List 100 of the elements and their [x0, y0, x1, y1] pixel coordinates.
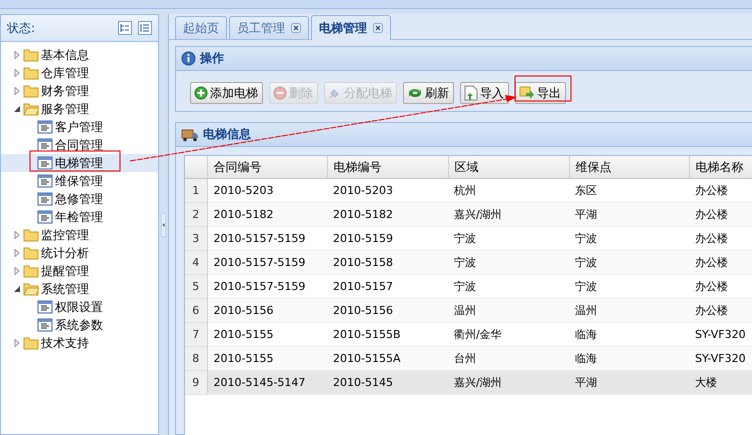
tree-item[interactable]: 统计分析 [1, 244, 158, 262]
table-cell: 平湖 [569, 370, 689, 394]
tree-item[interactable]: 提醒管理 [1, 262, 158, 280]
table-cell: 2010-5145 [327, 370, 448, 394]
column-header[interactable]: 维保点 [569, 156, 689, 178]
row-number: 3 [185, 226, 207, 250]
table-cell: 温州 [448, 298, 569, 322]
tree-item[interactable]: 仓库管理 [1, 64, 158, 82]
table-cell: 杭州 [448, 178, 569, 202]
table-cell: 2010-5155 [207, 346, 327, 370]
table-cell: 衢州/金华 [448, 322, 569, 346]
folder-icon [23, 336, 39, 350]
table-cell: 宁波 [448, 250, 569, 274]
column-header[interactable]: 电梯编号 [327, 156, 448, 178]
table-cell: 平湖 [569, 202, 689, 226]
table-cell: 2010-5158 [327, 250, 448, 274]
column-header[interactable]: 电梯名称 [689, 156, 752, 178]
collapse-handle-icon[interactable] [161, 212, 166, 236]
table-cell: 办公楼 [689, 298, 752, 322]
table-cell: 宁波 [448, 274, 569, 298]
tree-item[interactable]: 维保管理 [1, 172, 158, 190]
table-cell: 办公楼 [689, 178, 752, 202]
table-cell: 2010-5157-5159 [207, 226, 327, 250]
table-cell: 2010-5157 [327, 274, 448, 298]
highlight-frame [514, 76, 572, 102]
folder-icon [23, 246, 39, 260]
toolbar-button[interactable]: 刷新 [403, 82, 454, 104]
tree-item[interactable]: 服务管理 [1, 100, 158, 118]
expand-arrow-icon[interactable] [13, 339, 21, 347]
tree-item[interactable]: 客户管理 [1, 118, 158, 136]
expand-arrow-icon[interactable] [13, 87, 21, 95]
table-cell: 办公楼 [689, 274, 752, 298]
tree-item[interactable]: 电梯管理 [1, 154, 158, 172]
table-cell: 大楼 [689, 370, 752, 394]
table-cell: 宁波 [569, 226, 689, 250]
row-number-header [185, 156, 207, 178]
tree-item[interactable]: 急修管理 [1, 190, 158, 208]
expand-arrow-icon[interactable] [13, 69, 21, 77]
expand-arrow-icon[interactable] [13, 249, 21, 257]
row-number: 4 [185, 250, 207, 274]
table-cell: 2010-5182 [327, 202, 448, 226]
export-icon [519, 86, 535, 100]
tree-item[interactable]: 年检管理 [1, 208, 158, 226]
info-icon [181, 51, 196, 66]
collapse-arrow-icon[interactable] [13, 285, 21, 293]
expand-arrow-icon[interactable] [13, 231, 21, 239]
row-number: 7 [185, 322, 207, 346]
tree-expand-icon[interactable] [118, 21, 132, 35]
tree-item[interactable]: 技术支持 [1, 334, 158, 352]
table-cell: 台州 [448, 346, 569, 370]
panel-title: 电梯信息 [203, 126, 251, 143]
toolbar-button[interactable]: 导出 [515, 82, 566, 104]
table-cell: 临海 [569, 346, 689, 370]
row-number: 2 [185, 202, 207, 226]
table-cell: 办公楼 [689, 250, 752, 274]
table-cell: 2010-5182 [207, 202, 327, 226]
tree-collapse-icon[interactable] [138, 21, 152, 35]
table-cell: 宁波 [569, 274, 689, 298]
table-cell: 2010-5145-5147 [207, 370, 327, 394]
table-cell: 临海 [569, 322, 689, 346]
table-cell: 东区 [569, 178, 689, 202]
table-cell: 嘉兴/湖州 [448, 370, 569, 394]
tree-item[interactable]: 系统参数 [1, 316, 158, 334]
tree-item[interactable]: 权限设置 [1, 298, 158, 316]
close-icon[interactable] [373, 23, 383, 33]
row-number: 8 [185, 346, 207, 370]
refresh-icon [407, 86, 423, 100]
folder-icon [23, 84, 39, 98]
list-icon [37, 300, 53, 314]
table-cell: 2010-5155 [207, 322, 327, 346]
tree-item[interactable]: 基本信息 [1, 46, 158, 64]
expand-arrow-icon[interactable] [13, 267, 21, 275]
table-cell: 2010-5155A [327, 346, 448, 370]
table-cell: 2010-5159 [327, 226, 448, 250]
tab[interactable]: 员工管理 [229, 16, 309, 39]
table-cell: 办公楼 [689, 226, 752, 250]
table-cell: 温州 [569, 298, 689, 322]
folder-icon [23, 48, 39, 62]
open-folder-icon [23, 282, 39, 296]
tree-item[interactable]: 合同管理 [1, 136, 158, 154]
toolbar-button[interactable]: 导入 [460, 82, 509, 104]
table-cell: SY-VF320 [689, 346, 752, 370]
table-cell: 2010-5203 [207, 178, 327, 202]
tree-item[interactable]: 财务管理 [1, 82, 158, 100]
expand-arrow-icon[interactable] [13, 51, 21, 59]
tree-item[interactable]: 系统管理 [1, 280, 158, 298]
list-icon [37, 174, 53, 188]
column-header[interactable]: 合同编号 [207, 156, 327, 178]
tree-item[interactable]: 监控管理 [1, 226, 158, 244]
toolbar-button[interactable]: 添加电梯 [190, 82, 263, 104]
table-cell: 2010-5156 [207, 298, 327, 322]
list-icon [37, 138, 53, 152]
table-cell: 办公楼 [689, 202, 752, 226]
column-header[interactable]: 区域 [448, 156, 569, 178]
close-icon[interactable] [291, 23, 301, 33]
table-cell: 2010-5157-5159 [207, 250, 327, 274]
plus-icon [194, 86, 208, 100]
collapse-arrow-icon[interactable] [13, 105, 21, 113]
tab[interactable]: 电梯管理 [311, 15, 391, 40]
tab[interactable]: 起始页 [175, 16, 227, 39]
